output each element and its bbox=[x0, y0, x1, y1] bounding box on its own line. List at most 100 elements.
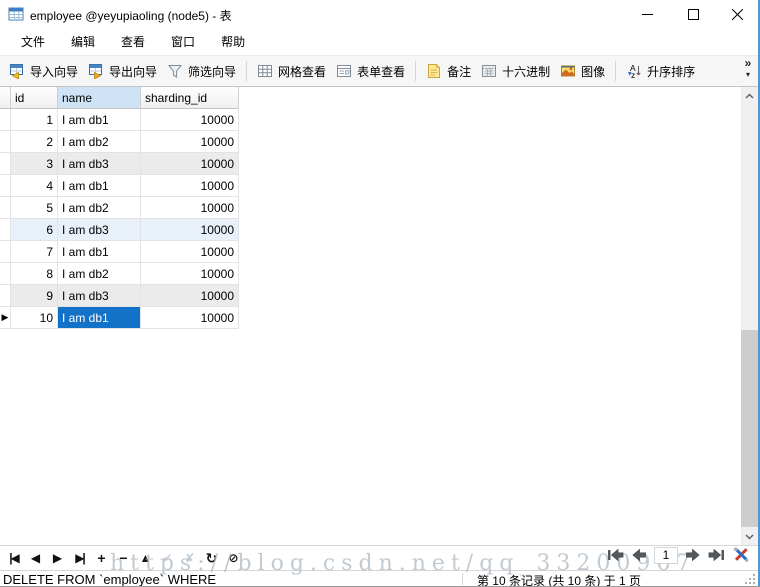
next-page-icon[interactable] bbox=[685, 548, 701, 562]
table-row: 9I am db310000 bbox=[0, 285, 239, 307]
menu-help[interactable]: 帮助 bbox=[208, 29, 258, 54]
grid-view-button[interactable]: 网格查看 bbox=[252, 60, 331, 83]
row-selector[interactable] bbox=[0, 263, 11, 285]
first-record-button[interactable]: |◀ bbox=[7, 552, 20, 564]
title-bar: employee @yeyupiaoling (node5) - 表 bbox=[0, 0, 760, 28]
cell-name[interactable]: I am db3 bbox=[58, 153, 141, 175]
menu-file[interactable]: 文件 bbox=[8, 29, 58, 54]
statusbar-divider bbox=[462, 573, 463, 585]
resize-grip[interactable] bbox=[744, 573, 756, 585]
table-row: 8I am db210000 bbox=[0, 263, 239, 285]
next-record-button[interactable]: ▶ bbox=[51, 552, 64, 564]
cell-id[interactable]: 2 bbox=[11, 131, 58, 153]
menu-window[interactable]: 窗口 bbox=[158, 29, 208, 54]
row-selector[interactable] bbox=[0, 197, 11, 219]
row-selector[interactable] bbox=[0, 175, 11, 197]
cell-id[interactable]: 7 bbox=[11, 241, 58, 263]
cell-id[interactable]: 1 bbox=[11, 109, 58, 131]
cell-id[interactable]: 6 bbox=[11, 219, 58, 241]
cell-id[interactable]: 9 bbox=[11, 285, 58, 307]
row-selector[interactable] bbox=[0, 131, 11, 153]
grid-corner-cell[interactable] bbox=[0, 87, 11, 109]
previous-page-icon[interactable] bbox=[631, 548, 647, 562]
first-page-icon[interactable] bbox=[607, 548, 624, 562]
row-selector[interactable] bbox=[0, 241, 11, 263]
column-header-sharding-id[interactable]: sharding_id bbox=[141, 87, 239, 109]
cell-sharding-id[interactable]: 10000 bbox=[141, 175, 239, 197]
refresh-button[interactable]: ↻ bbox=[205, 551, 218, 565]
cell-id[interactable]: 8 bbox=[11, 263, 58, 285]
tools-icon[interactable] bbox=[732, 546, 750, 564]
form-view-button[interactable]: 表单查看 bbox=[331, 60, 410, 83]
cell-name[interactable]: I am db1 bbox=[58, 175, 141, 197]
toolbar-button-label: 导出向导 bbox=[109, 63, 157, 80]
cell-id[interactable]: 4 bbox=[11, 175, 58, 197]
toolbar-button-label: 导入向导 bbox=[30, 63, 78, 80]
previous-record-button[interactable]: ◀ bbox=[29, 552, 42, 564]
toolbar-overflow-button[interactable]: » ▾ bbox=[740, 57, 756, 87]
column-header-id[interactable]: id bbox=[11, 87, 58, 109]
cell-name[interactable]: I am db1 bbox=[58, 109, 141, 131]
cell-name[interactable]: I am db1 bbox=[58, 307, 141, 329]
cell-sharding-id[interactable]: 10000 bbox=[141, 307, 239, 329]
filter-wizard-button[interactable]: 筛选向导 bbox=[162, 60, 241, 83]
menu-view[interactable]: 查看 bbox=[108, 29, 158, 54]
close-button[interactable] bbox=[720, 0, 754, 28]
row-selector[interactable] bbox=[0, 285, 11, 307]
cell-name[interactable]: I am db2 bbox=[58, 131, 141, 153]
post-edit-button[interactable]: ▲ bbox=[139, 552, 152, 564]
current-row-marker-icon: ▶ bbox=[2, 313, 9, 322]
row-selector[interactable]: ▶ bbox=[0, 307, 11, 329]
column-header-name[interactable]: name bbox=[58, 87, 141, 109]
minimize-button[interactable] bbox=[630, 0, 664, 28]
row-selector[interactable] bbox=[0, 219, 11, 241]
form-view-icon bbox=[336, 63, 352, 79]
cell-sharding-id[interactable]: 10000 bbox=[141, 241, 239, 263]
image-button[interactable]: 图像 bbox=[555, 60, 610, 83]
row-selector[interactable] bbox=[0, 153, 11, 175]
maximize-button[interactable] bbox=[676, 0, 710, 28]
table-row: 6I am db310000 bbox=[0, 219, 239, 241]
cell-id[interactable]: 3 bbox=[11, 153, 58, 175]
cell-id[interactable]: 5 bbox=[11, 197, 58, 219]
cell-sharding-id[interactable]: 10000 bbox=[141, 153, 239, 175]
add-record-button[interactable]: + bbox=[95, 551, 108, 565]
cell-name[interactable]: I am db3 bbox=[58, 285, 141, 307]
cell-sharding-id[interactable]: 10000 bbox=[141, 197, 239, 219]
image-icon bbox=[560, 63, 576, 79]
scroll-up-arrow-icon[interactable] bbox=[741, 87, 758, 104]
cell-name[interactable]: I am db1 bbox=[58, 241, 141, 263]
hex-button[interactable]: 十六进制 bbox=[476, 60, 555, 83]
import-wizard-button[interactable]: 导入向导 bbox=[4, 60, 83, 83]
cell-sharding-id[interactable]: 10000 bbox=[141, 131, 239, 153]
sort-ascending-button[interactable]: A z 升序排序 bbox=[621, 60, 700, 83]
last-page-icon[interactable] bbox=[708, 548, 725, 562]
cell-sharding-id[interactable]: 10000 bbox=[141, 219, 239, 241]
vertical-scrollbar[interactable] bbox=[741, 87, 758, 545]
cell-name[interactable]: I am db3 bbox=[58, 219, 141, 241]
cancel-edit-button[interactable]: ✘ bbox=[183, 552, 196, 564]
svg-text:z: z bbox=[631, 70, 635, 79]
cell-sharding-id[interactable]: 10000 bbox=[141, 263, 239, 285]
last-record-button[interactable]: ▶| bbox=[73, 552, 86, 564]
cell-name[interactable]: I am db2 bbox=[58, 197, 141, 219]
page-navigation: 1 bbox=[607, 546, 750, 564]
export-wizard-button[interactable]: 导出向导 bbox=[83, 60, 162, 83]
menu-edit[interactable]: 编辑 bbox=[58, 29, 108, 54]
chevron-double-right-icon: » bbox=[745, 57, 752, 69]
scrollbar-thumb[interactable] bbox=[741, 330, 758, 527]
page-number-input[interactable]: 1 bbox=[654, 547, 678, 564]
cell-name[interactable]: I am db2 bbox=[58, 263, 141, 285]
scroll-down-arrow-icon[interactable] bbox=[741, 528, 758, 545]
grid-header-row: id name sharding_id bbox=[0, 87, 239, 109]
toolbar-button-label: 升序排序 bbox=[647, 63, 695, 80]
memo-icon bbox=[426, 63, 442, 79]
cell-id[interactable]: 10 bbox=[11, 307, 58, 329]
delete-record-button[interactable]: − bbox=[117, 551, 130, 565]
apply-edit-button[interactable]: ✔ bbox=[161, 552, 174, 564]
stop-button[interactable]: ⊘ bbox=[227, 552, 240, 564]
row-selector[interactable] bbox=[0, 109, 11, 131]
cell-sharding-id[interactable]: 10000 bbox=[141, 109, 239, 131]
memo-button[interactable]: 备注 bbox=[421, 60, 476, 83]
cell-sharding-id[interactable]: 10000 bbox=[141, 285, 239, 307]
